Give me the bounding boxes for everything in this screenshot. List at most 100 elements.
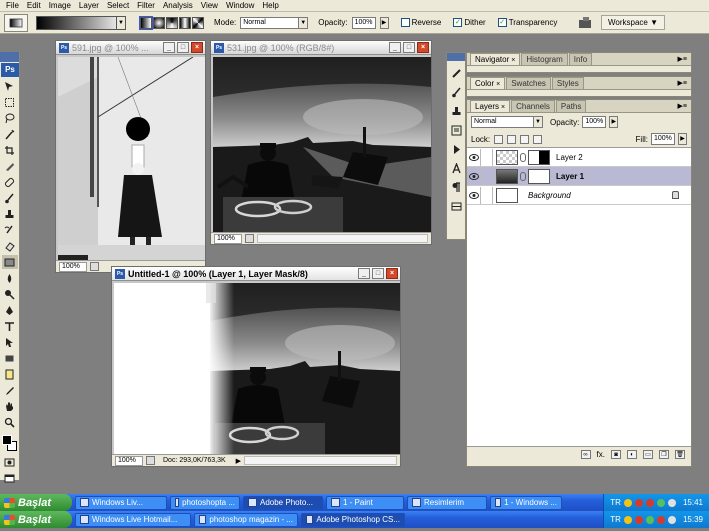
angle-gradient-button[interactable]: [166, 16, 178, 29]
horizontal-scrollbar[interactable]: [257, 234, 428, 243]
quick-mask-button[interactable]: [2, 455, 18, 469]
add-mask-icon[interactable]: ◙: [611, 449, 621, 459]
mode-select[interactable]: Normal ▼: [240, 16, 309, 29]
layer-row-layer-1[interactable]: Layer 1: [467, 167, 691, 186]
status-menu-icon[interactable]: [146, 456, 155, 465]
status-arrow-icon[interactable]: ▶: [236, 457, 241, 465]
tab-histogram[interactable]: Histogram: [521, 53, 568, 65]
tab-navigator[interactable]: Navigator ×: [470, 53, 521, 65]
tray-icon[interactable]: [656, 515, 665, 524]
security-shield-icon[interactable]: [634, 515, 643, 524]
close-button[interactable]: ×: [417, 42, 429, 53]
tool-marquee[interactable]: [2, 95, 18, 109]
tab-color[interactable]: Color ×: [470, 77, 506, 89]
menu-window[interactable]: Window: [222, 0, 258, 12]
menu-analysis[interactable]: Analysis: [159, 0, 197, 12]
tab-swatches[interactable]: Swatches: [506, 77, 551, 89]
start-button[interactable]: Başlat: [0, 494, 72, 511]
tool-notes[interactable]: [2, 367, 18, 381]
close-icon[interactable]: ×: [501, 104, 505, 111]
layer-name[interactable]: Background: [528, 191, 571, 200]
visibility-toggle[interactable]: [467, 186, 481, 204]
linear-gradient-button[interactable]: [139, 15, 153, 30]
transparency-checkbox[interactable]: ✓: [497, 18, 507, 27]
document-591[interactable]: Ps 591.jpg @ 100% ... _ □ × 100%: [55, 40, 206, 273]
tool-history-brush[interactable]: [2, 223, 18, 237]
layer-opacity-slider-button[interactable]: ▶: [609, 116, 619, 128]
reverse-checkbox[interactable]: [400, 18, 410, 27]
tool-preset-picker[interactable]: [4, 13, 28, 32]
panel-menu-icon[interactable]: ▶≡: [678, 102, 687, 110]
tool-eyedropper[interactable]: [2, 383, 18, 397]
horizontal-scrollbar[interactable]: [244, 456, 397, 465]
maximize-button[interactable]: □: [403, 42, 415, 53]
toolbox-header[interactable]: [0, 52, 19, 62]
chevron-down-icon[interactable]: ▼: [116, 15, 126, 30]
mask-link-icon[interactable]: [520, 171, 526, 181]
dock-history[interactable]: [448, 123, 464, 137]
trash-icon[interactable]: 🗑: [675, 449, 685, 459]
tray-icon[interactable]: [645, 515, 654, 524]
tool-hand[interactable]: [2, 399, 18, 413]
task-button-windows[interactable]: 1 - Windows ...: [490, 495, 562, 510]
document-title-bar[interactable]: Ps Untitled-1 @ 100% (Layer 1, Layer Mas…: [112, 267, 400, 281]
adjustment-layer-icon[interactable]: ◐: [627, 449, 637, 459]
screen-mode-button[interactable]: [2, 471, 18, 485]
tray-icon[interactable]: [623, 515, 632, 524]
layer-name[interactable]: Layer 2: [556, 153, 583, 162]
new-layer-icon[interactable]: ❐: [659, 449, 669, 459]
layer-link-cell[interactable]: [481, 186, 493, 204]
close-icon[interactable]: ×: [511, 57, 515, 64]
tool-dodge[interactable]: [2, 287, 18, 301]
link-layers-icon[interactable]: ∞: [580, 449, 591, 459]
new-group-icon[interactable]: ▭: [643, 449, 653, 459]
lock-position-icon[interactable]: [520, 134, 530, 144]
tool-slice[interactable]: [2, 159, 18, 173]
layer-row-background[interactable]: Background: [467, 186, 691, 205]
dock-character[interactable]: [448, 161, 464, 175]
clock[interactable]: 15:41: [683, 498, 703, 507]
task-button-hotmail[interactable]: Windows Live Hotmail...: [75, 512, 191, 527]
status-menu-icon[interactable]: [245, 234, 254, 243]
panel-menu-icon[interactable]: ▶≡: [678, 55, 687, 63]
lock-transparency-icon[interactable]: [494, 134, 504, 144]
minimize-button[interactable]: _: [163, 42, 175, 53]
tab-channels[interactable]: Channels: [511, 100, 555, 112]
close-button[interactable]: ×: [386, 268, 398, 279]
menu-layer[interactable]: Layer: [75, 0, 103, 12]
task-button-resimlerim[interactable]: Resimlerim: [407, 495, 487, 510]
opacity-slider-button[interactable]: ▶: [379, 16, 389, 29]
menu-edit[interactable]: Edit: [23, 0, 45, 12]
start-button[interactable]: Başlat: [0, 511, 72, 528]
reflected-gradient-button[interactable]: [179, 16, 191, 29]
zoom-field[interactable]: 100%: [214, 233, 242, 244]
dock-header[interactable]: [447, 53, 465, 61]
tab-info[interactable]: Info: [568, 53, 593, 65]
close-button[interactable]: ×: [191, 42, 203, 53]
menu-filter[interactable]: Filter: [133, 0, 159, 12]
task-button-adobe-photoshop-cs[interactable]: Adobe Photoshop CS...: [301, 512, 405, 527]
task-button-photoshop-magazin[interactable]: photoshop magazin - ...: [194, 512, 298, 527]
layer-link-cell[interactable]: [481, 148, 493, 166]
tool-move[interactable]: [2, 79, 18, 93]
opacity-input[interactable]: 100%: [351, 16, 376, 29]
menu-help[interactable]: Help: [258, 0, 282, 12]
foreground-color-swatch[interactable]: [1, 435, 12, 445]
task-button-paint[interactable]: 1 - Paint: [326, 495, 404, 510]
dock-paragraph[interactable]: [448, 180, 464, 194]
dock-layer-comps[interactable]: [448, 199, 464, 213]
layer-style-button[interactable]: fx.: [597, 450, 605, 459]
layer-mask-thumbnail[interactable]: [528, 149, 550, 165]
fill-slider-button[interactable]: ▶: [678, 133, 687, 145]
task-button-photoshopta[interactable]: photoshopta ...: [170, 495, 240, 510]
diamond-gradient-button[interactable]: [192, 16, 204, 29]
document-canvas[interactable]: [114, 283, 400, 454]
tool-healing[interactable]: [2, 175, 18, 189]
menu-image[interactable]: Image: [45, 0, 75, 12]
menu-view[interactable]: View: [197, 0, 222, 12]
tool-crop[interactable]: [2, 143, 18, 157]
panel-menu-icon[interactable]: ▶≡: [678, 79, 687, 87]
close-icon[interactable]: ×: [496, 81, 500, 88]
maximize-button[interactable]: □: [372, 268, 384, 279]
tool-stamp[interactable]: [2, 207, 18, 221]
